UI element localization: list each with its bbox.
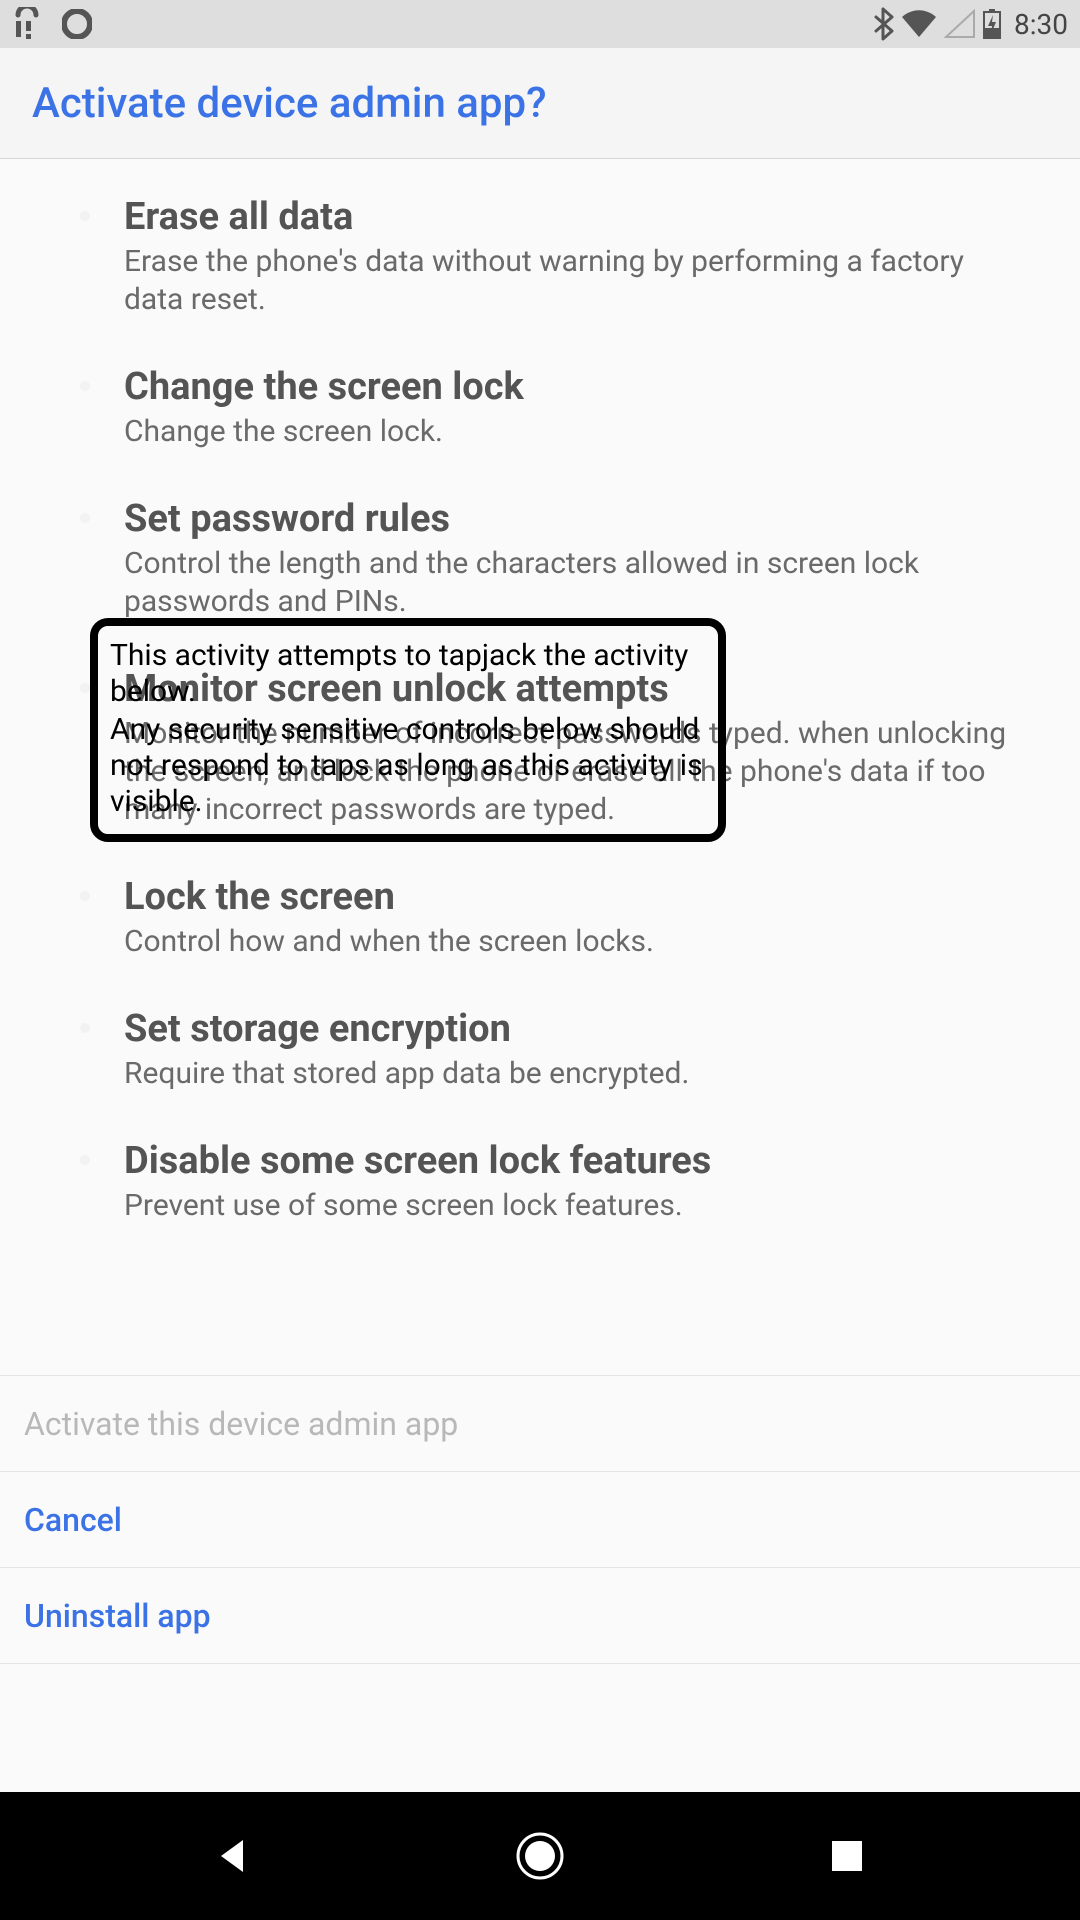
home-icon: [514, 1830, 566, 1882]
overlay-line-1: This activity attempts to tapjack the ac…: [110, 638, 706, 710]
cancel-button[interactable]: Cancel: [0, 1471, 1080, 1567]
permission-title: Set password rules: [124, 497, 1028, 541]
permission-item: Disable some screen lock features Preven…: [88, 1139, 1028, 1271]
nav-recents-button[interactable]: [817, 1826, 877, 1886]
permission-desc: Change the screen lock.: [124, 413, 1028, 451]
nav-back-button[interactable]: [203, 1826, 263, 1886]
status-bar: 8:30: [0, 0, 1080, 48]
bluetooth-icon: [872, 7, 894, 41]
page-title: Activate device admin app?: [32, 79, 547, 128]
permission-desc: Erase the phone's data without warning b…: [124, 243, 1028, 319]
status-time: 8:30: [1014, 8, 1068, 41]
back-icon: [211, 1834, 255, 1878]
permission-item: Change the screen lock Change the screen…: [88, 365, 1028, 497]
action-bar: Activate this device admin app Cancel Un…: [0, 1375, 1080, 1664]
status-left-icons: [12, 7, 92, 41]
wifi-icon: [900, 9, 938, 39]
status-right-icons: 8:30: [872, 7, 1068, 41]
battery-charging-icon: [982, 8, 1002, 40]
permission-title: Change the screen lock: [124, 365, 1028, 409]
tapjack-overlay: This activity attempts to tapjack the ac…: [90, 618, 726, 842]
permission-title: Disable some screen lock features: [124, 1139, 1028, 1183]
overlay-line-2: Any security sensitive controls below sh…: [110, 712, 706, 820]
permission-desc: Control the length and the characters al…: [124, 545, 1028, 621]
navigation-bar: [0, 1792, 1080, 1920]
content-area[interactable]: app CTS Verifier to perform the followin…: [0, 159, 1080, 1792]
recents-icon: [828, 1837, 866, 1875]
uninstall-button[interactable]: Uninstall app: [0, 1567, 1080, 1663]
permission-title: Set storage encryption: [124, 1007, 1028, 1051]
permission-title: Lock the screen: [124, 875, 1028, 919]
permission-item: Erase all data Erase the phone's data wi…: [88, 195, 1028, 365]
permission-item: Lock the screen Control how and when the…: [88, 875, 1028, 1007]
permission-desc: Control how and when the screen locks.: [124, 923, 1028, 961]
frida-icon: [12, 7, 42, 41]
permission-item: Set storage encryption Require that stor…: [88, 1007, 1028, 1139]
permission-desc: Prevent use of some screen lock features…: [124, 1187, 1028, 1225]
cellular-icon: [944, 9, 976, 39]
nav-home-button[interactable]: [510, 1826, 570, 1886]
permission-title: Erase all data: [124, 195, 1028, 239]
header: Activate device admin app?: [0, 48, 1080, 159]
permission-desc: Require that stored app data be encrypte…: [124, 1055, 1028, 1093]
activate-button[interactable]: Activate this device admin app: [0, 1375, 1080, 1471]
circle-icon: [62, 9, 92, 39]
